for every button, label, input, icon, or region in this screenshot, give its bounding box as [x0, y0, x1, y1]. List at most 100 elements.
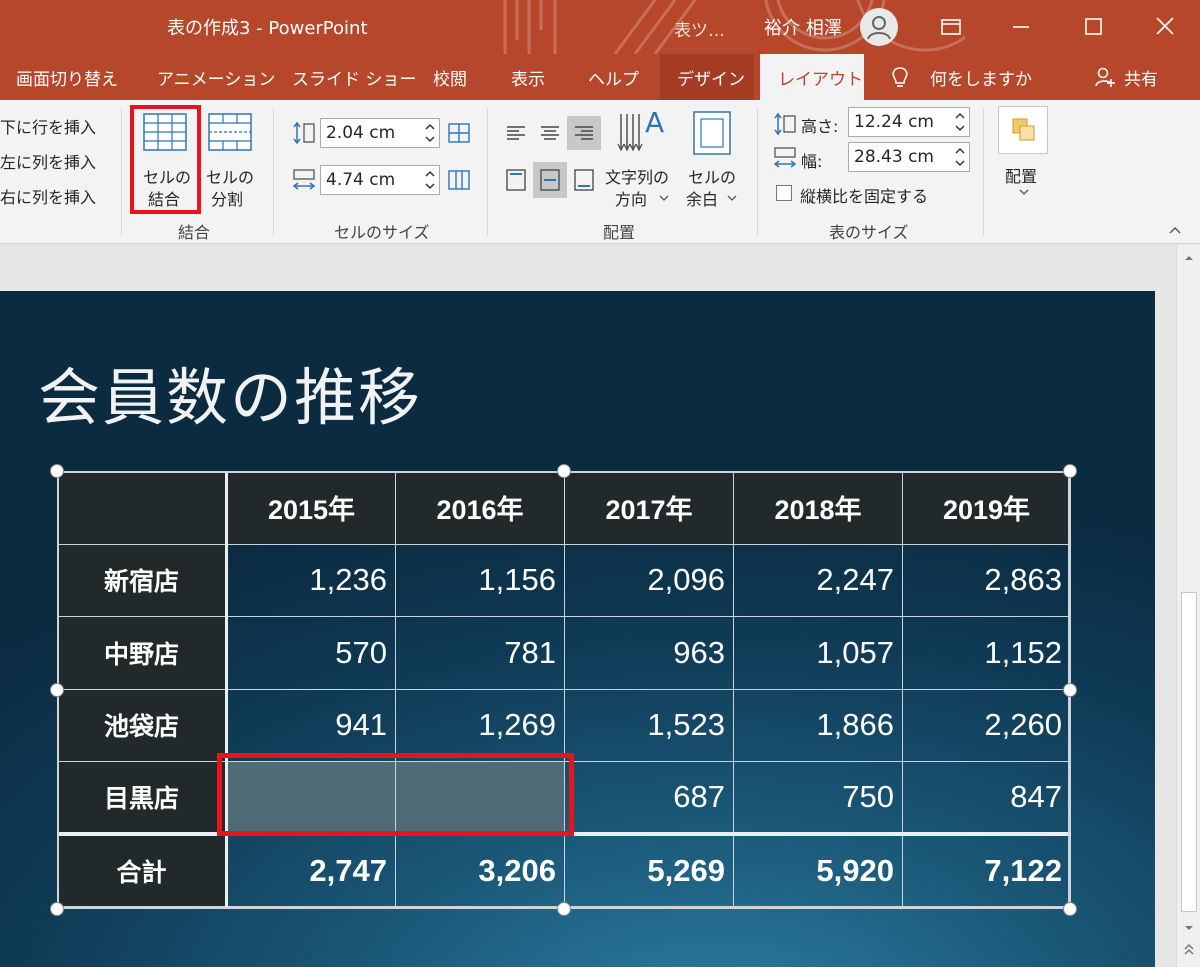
user-name[interactable]: 裕介 相澤	[764, 14, 842, 40]
cell-margins-label-2: 余白	[686, 190, 719, 209]
tab-slideshow[interactable]: スライド ショー	[292, 65, 416, 90]
column-width-icon	[292, 169, 316, 190]
text-direction-button[interactable]: A 文字列の 方向	[605, 106, 677, 214]
split-cells-icon	[208, 113, 252, 151]
ribbon-display-options-icon[interactable]	[932, 8, 970, 46]
scroll-down-icon[interactable]	[1183, 923, 1195, 933]
scrollbar-thumb[interactable]	[1181, 592, 1197, 912]
text-direction-label-2: 方向	[615, 190, 648, 209]
resize-handle[interactable]	[50, 464, 64, 478]
scroll-up-icon[interactable]	[1183, 253, 1195, 263]
context-tab-label[interactable]: 表ツ…	[674, 16, 725, 41]
split-cells-label-1: セルの	[206, 168, 255, 187]
resize-handle[interactable]	[1063, 902, 1077, 916]
collapse-ribbon-icon[interactable]	[1168, 224, 1182, 236]
tell-me-search[interactable]: 何をしますか	[930, 65, 1032, 90]
chevron-down-icon	[727, 195, 737, 201]
table-selection-frame	[57, 471, 1070, 909]
lock-aspect-ratio-checkbox[interactable]	[776, 185, 792, 201]
slide-canvas[interactable]: 会員数の推移 2015年 2016年 2017年 2018年 2019年 新宿店…	[0, 291, 1155, 967]
share-button[interactable]: 共有	[1124, 65, 1158, 90]
arrange-icon	[1012, 118, 1035, 141]
resize-handle[interactable]	[1063, 464, 1077, 478]
resize-handle[interactable]	[1063, 683, 1077, 697]
align-left-icon[interactable]	[505, 122, 527, 144]
svg-text:A: A	[645, 108, 664, 139]
table-height-value: 12.24 cm	[854, 112, 934, 132]
person-icon	[867, 16, 891, 40]
insert-column-left-button[interactable]: 左に列を挿入	[0, 149, 96, 173]
share-person-icon	[1095, 67, 1115, 87]
arrange-icon-frame	[998, 106, 1048, 154]
distribute-columns-icon[interactable]	[446, 167, 472, 193]
slide-title[interactable]: 会員数の推移	[38, 347, 422, 437]
close-icon[interactable]	[1146, 8, 1184, 46]
table-height-label: 高さ:	[801, 117, 839, 136]
row-height-icon	[293, 121, 315, 145]
resize-handle[interactable]	[557, 902, 571, 916]
previous-slide-icon[interactable]	[1183, 943, 1195, 957]
minimize-icon[interactable]	[1002, 8, 1040, 46]
align-middle-button[interactable]	[533, 162, 567, 198]
split-cells-button[interactable]: セルの 分割	[203, 108, 259, 212]
spin-up-icon[interactable]	[953, 110, 967, 122]
spin-up-icon[interactable]	[953, 145, 967, 157]
distribute-rows-icon[interactable]	[446, 120, 472, 146]
tab-help[interactable]: ヘルプ	[588, 65, 639, 90]
document-title: 表の作成3 - PowerPoint	[167, 18, 368, 39]
table-width-spinner[interactable]: 28.43 cm	[848, 142, 970, 172]
table-height-spinner[interactable]: 12.24 cm	[848, 107, 970, 137]
lock-aspect-ratio-label: 縦横比を固定する	[800, 187, 929, 206]
align-right-button[interactable]	[567, 116, 601, 150]
resize-handle[interactable]	[50, 683, 64, 697]
avatar[interactable]	[860, 8, 898, 46]
align-bottom-icon[interactable]	[573, 168, 595, 192]
lightbulb-icon	[892, 67, 908, 87]
merge-group-label: 結合	[178, 223, 211, 242]
spin-down-icon[interactable]	[423, 180, 437, 192]
tab-transitions[interactable]: 画面切り替え	[16, 65, 118, 90]
ribbon-tabs: 画面切り替え アニメーション スライド ショー 校閲 表示 ヘルプ デザイン レ…	[0, 54, 1200, 100]
ribbon: 下に行を挿入 左に列を挿入 右に列を挿入 セルの 結合 セルの 分割 結合 2.…	[0, 100, 1200, 244]
text-direction-icon: A	[617, 108, 664, 152]
arrange-label: 配置	[1005, 167, 1038, 186]
title-bar: 表の作成3 - PowerPoint 表ツ… 裕介 相澤	[0, 0, 1200, 54]
text-direction-label-1: 文字列の	[605, 168, 670, 187]
maximize-icon[interactable]	[1074, 8, 1112, 46]
align-top-icon[interactable]	[505, 168, 527, 192]
align-middle-icon	[540, 169, 560, 191]
cell-margins-icon	[693, 111, 731, 155]
resize-handle[interactable]	[50, 902, 64, 916]
chevron-down-icon	[659, 195, 669, 201]
alignment-group-label: 配置	[603, 223, 636, 242]
cell-margins-label-1: セルの	[688, 168, 737, 187]
insert-column-right-button[interactable]: 右に列を挿入	[0, 184, 96, 208]
table-width-icon	[773, 147, 797, 168]
selected-cells-highlight	[217, 753, 574, 836]
split-cells-label-2: 分割	[211, 190, 244, 209]
spin-up-icon[interactable]	[423, 168, 437, 180]
cell-margins-button[interactable]: セルの 余白	[683, 106, 741, 214]
tab-review[interactable]: 校閲	[433, 65, 467, 90]
insert-row-below-button[interactable]: 下に行を挿入	[0, 114, 96, 138]
table-height-icon	[774, 112, 796, 136]
table-width-value: 28.43 cm	[854, 147, 934, 167]
spin-up-icon[interactable]	[423, 121, 437, 133]
group-separator	[273, 108, 274, 236]
vertical-scrollbar[interactable]	[1176, 245, 1200, 967]
tab-design[interactable]: デザイン	[677, 65, 745, 90]
cell-width-spinner[interactable]: 4.74 cm	[320, 165, 440, 195]
arrange-button[interactable]: 配置	[998, 104, 1050, 204]
spin-down-icon[interactable]	[953, 157, 967, 169]
cell-height-spinner[interactable]: 2.04 cm	[320, 118, 440, 148]
tab-view[interactable]: 表示	[511, 65, 545, 90]
tab-animations[interactable]: アニメーション	[157, 65, 275, 90]
align-center-icon[interactable]	[539, 122, 561, 144]
cell-size-group-label: セルのサイズ	[334, 223, 430, 242]
table-width-label: 幅:	[801, 152, 823, 171]
resize-handle[interactable]	[557, 464, 571, 478]
spin-down-icon[interactable]	[953, 122, 967, 134]
spin-down-icon[interactable]	[423, 133, 437, 145]
tab-layout[interactable]: レイアウト	[778, 65, 863, 90]
cell-height-value: 2.04 cm	[326, 123, 396, 143]
